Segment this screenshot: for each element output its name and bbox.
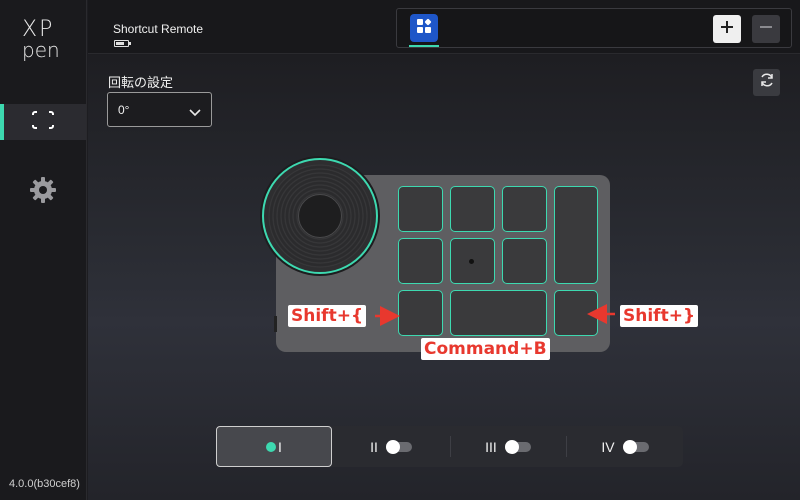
profile-tab-label: IV: [601, 438, 615, 455]
key-2[interactable]: [450, 186, 495, 232]
profile-tabs: I II III IV: [216, 426, 683, 467]
version-label: 4.0.0(b30cef8): [9, 478, 80, 490]
header: Shortcut Remote: [88, 0, 800, 54]
key-shift-open-brace[interactable]: [398, 290, 443, 336]
active-tab-indicator: [409, 45, 439, 47]
profile-toggle[interactable]: [385, 439, 412, 454]
profile-tab-label: II: [370, 438, 378, 455]
profile-tab-1[interactable]: I: [216, 426, 332, 467]
battery-icon: [114, 40, 131, 47]
sidebar-item-settings[interactable]: [0, 174, 86, 210]
profile-tab-4[interactable]: IV: [567, 426, 683, 467]
key-tall[interactable]: [554, 186, 598, 284]
profile-toggle[interactable]: [622, 439, 649, 454]
key-4[interactable]: [398, 238, 443, 284]
refresh-icon: [759, 72, 775, 93]
key-center-dot: [469, 259, 474, 264]
callout-bottom: Command+B: [421, 338, 550, 360]
plus-icon: [720, 20, 734, 39]
rotation-value: 0°: [118, 103, 130, 117]
chevron-down-icon: [189, 104, 201, 122]
device-port: [274, 316, 277, 332]
app-grid-icon: [416, 18, 432, 39]
shortcut-keys-icon: [30, 108, 56, 136]
callout-left: Shift+{: [288, 305, 367, 327]
key-command-b[interactable]: [450, 290, 547, 336]
key-3[interactable]: [502, 186, 547, 232]
add-app-button[interactable]: [713, 15, 741, 43]
callout-right: Shift+}: [620, 305, 699, 327]
rotation-select[interactable]: 0°: [107, 92, 212, 127]
gear-icon: [29, 176, 57, 209]
profile-tab-3[interactable]: III: [450, 426, 566, 467]
dial-knob[interactable]: [262, 158, 378, 274]
app-tab-default[interactable]: [410, 14, 438, 42]
profile-tab-label: III: [485, 438, 497, 455]
rotation-label: 回転の設定: [108, 75, 174, 90]
profile-tab-label: I: [278, 438, 282, 455]
key-6[interactable]: [502, 238, 547, 284]
sidebar: XP pen 4.0.0(b30cef8): [0, 0, 87, 500]
remove-app-button[interactable]: [752, 15, 780, 43]
app-tab-bar: [396, 8, 792, 48]
device-name: Shortcut Remote: [113, 22, 204, 36]
logo-text-bottom: pen: [22, 38, 60, 62]
xppen-logo: XP pen: [22, 17, 66, 62]
key-1[interactable]: [398, 186, 443, 232]
dial-center-button[interactable]: [298, 194, 342, 238]
refresh-button[interactable]: [753, 69, 780, 96]
active-dot-icon: [266, 441, 277, 452]
profile-toggle[interactable]: [504, 439, 531, 454]
sidebar-item-shortcut-keys[interactable]: [0, 104, 86, 140]
profile-tab-2[interactable]: II: [333, 426, 449, 467]
logo-text-top: XP: [22, 17, 55, 42]
minus-icon: [759, 20, 773, 39]
key-shift-close-brace[interactable]: [554, 290, 598, 336]
